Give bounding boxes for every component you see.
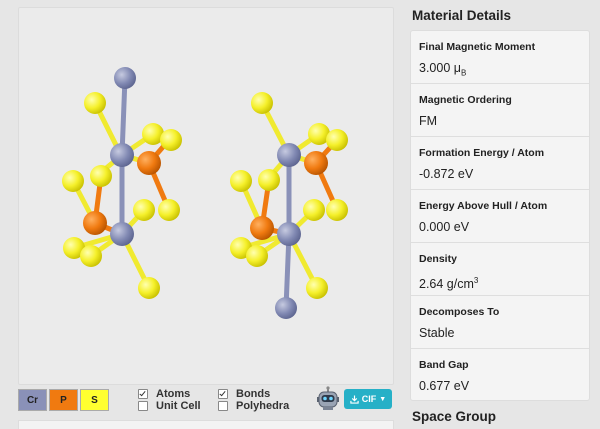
detail-band-gap: Band Gap 0.677 eV — [411, 349, 589, 402]
bonds-checkbox[interactable] — [218, 389, 228, 399]
element-legend: Cr P S — [18, 389, 111, 411]
detail-value: 0.000 eV — [419, 220, 470, 234]
detail-value: Stable — [419, 326, 455, 340]
detail-value: -0.872 eV — [419, 167, 474, 181]
atoms-label: Atoms — [156, 388, 191, 400]
detail-label: Density — [419, 253, 457, 265]
detail-value: FM — [419, 114, 438, 128]
detail-value: 2.64 g/cm3 — [419, 276, 479, 292]
detail-value: 0.677 eV — [419, 379, 470, 393]
unit-cell-checkbox[interactable] — [138, 401, 148, 411]
polyhedra-checkbox[interactable] — [218, 401, 228, 411]
detail-magnetic-ordering: Magnetic Ordering FM — [411, 84, 589, 137]
unit-cell-label: Unit Cell — [156, 400, 201, 412]
options-group-1: Atoms Unit Cell — [138, 388, 201, 412]
download-cif-button[interactable]: CIF ▼ — [344, 389, 392, 409]
detail-label: Final Magnetic Moment — [419, 41, 536, 53]
space-group-title: Space Group — [412, 409, 497, 424]
atoms-option[interactable]: Atoms — [138, 388, 201, 400]
material-details-title: Material Details — [412, 8, 512, 23]
unit-cell-option[interactable]: Unit Cell — [138, 400, 201, 412]
polyhedra-option[interactable]: Polyhedra — [218, 400, 289, 412]
detail-label: Formation Energy / Atom — [419, 147, 545, 159]
crystal-structure-canvas[interactable] — [19, 8, 393, 384]
detail-magnetic-moment: Final Magnetic Moment 3.000 μB — [411, 31, 589, 84]
detail-label: Magnetic Ordering — [419, 94, 512, 106]
legend-p: P — [49, 389, 78, 411]
structure-viewer[interactable] — [18, 7, 394, 385]
legend-s: S — [80, 389, 109, 411]
detail-density: Density 2.64 g/cm3 — [411, 243, 589, 296]
download-icon — [350, 394, 359, 404]
detail-label: Decomposes To — [419, 306, 500, 318]
detail-decomposes-to: Decomposes To Stable — [411, 296, 589, 349]
download-cif-label: CIF — [361, 394, 377, 404]
detail-value: 3.000 μB — [419, 61, 467, 78]
polyhedra-label: Polyhedra — [236, 400, 290, 412]
detail-formation-energy: Formation Energy / Atom -0.872 eV — [411, 137, 589, 190]
atoms-checkbox[interactable] — [138, 389, 148, 399]
options-group-2: Bonds Polyhedra — [218, 388, 289, 412]
legend-cr: Cr — [18, 389, 47, 411]
bonds-option[interactable]: Bonds — [218, 388, 289, 400]
viewer-toolbar: Cr P S Atoms Unit Cell Bonds Polyhedra C… — [18, 386, 392, 416]
robot-icon[interactable] — [316, 386, 340, 412]
bonds-label: Bonds — [236, 388, 271, 400]
chevron-down-icon: ▼ — [379, 395, 387, 403]
detail-energy-above-hull: Energy Above Hull / Atom 0.000 eV — [411, 190, 589, 243]
detail-label: Energy Above Hull / Atom — [419, 200, 548, 212]
material-details-panel: Final Magnetic Moment 3.000 μB Magnetic … — [410, 30, 590, 401]
detail-label: Band Gap — [419, 359, 469, 371]
